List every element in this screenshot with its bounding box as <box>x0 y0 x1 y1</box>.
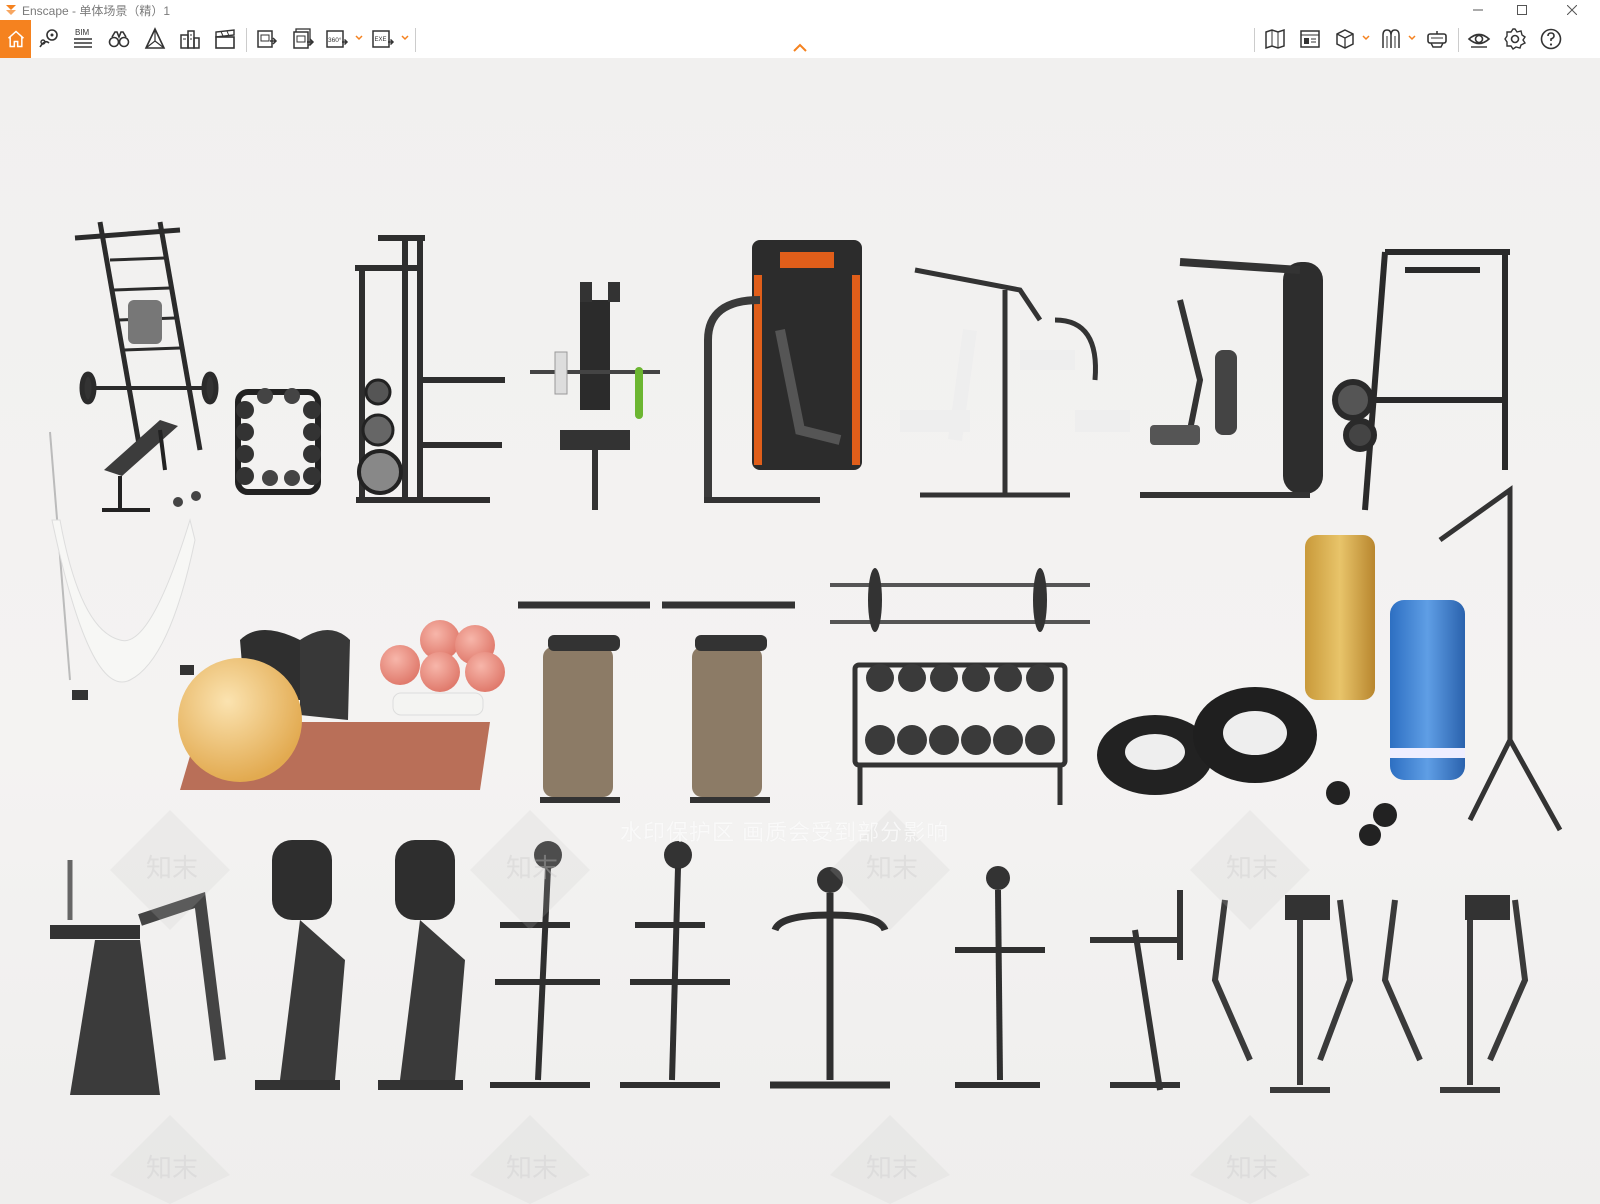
watermark-logo: 知末 <box>866 1153 919 1183</box>
power-cage <box>1332 249 1510 511</box>
panorama-label: 360° <box>328 36 342 44</box>
buildings-button[interactable] <box>175 23 205 55</box>
close-button[interactable] <box>1550 0 1594 20</box>
panorama-360-icon: 360° <box>326 30 349 48</box>
view-eye-icon <box>1467 33 1491 48</box>
location-icon <box>39 29 58 48</box>
bim-icon: BIM <box>74 28 92 48</box>
watermark-logo: 知末 <box>1226 853 1279 883</box>
render-image-icon <box>257 30 278 48</box>
punching-bags <box>1305 485 1563 832</box>
recumbent-bike-1 <box>255 840 345 1090</box>
map-button[interactable] <box>1260 23 1290 55</box>
multi-station-press <box>900 267 1130 498</box>
vr-headset-icon <box>1427 31 1447 48</box>
ab-benches <box>518 601 795 803</box>
map-icon <box>1265 28 1285 50</box>
exercise-ball <box>178 658 302 782</box>
sky-icon <box>1382 29 1400 48</box>
enscape-logo-icon <box>6 5 16 15</box>
buildings-icon <box>180 30 200 49</box>
toolbar-separator <box>1458 28 1459 52</box>
vr-button[interactable] <box>1422 23 1452 55</box>
export-exe-icon: EXE <box>372 30 395 48</box>
collapse-toolbar-chevron-up-icon[interactable] <box>792 42 808 54</box>
minimize-icon <box>1473 9 1483 11</box>
watermark-logo: 知末 <box>506 853 559 883</box>
wall-bars-rack <box>74 221 219 451</box>
panorama-button[interactable]: 360° <box>322 23 352 55</box>
kettlebell-rack <box>235 388 321 495</box>
window-title: Enscape - 单体场景（精）1 <box>22 4 171 18</box>
binoculars-icon <box>108 31 130 48</box>
video-editor-button[interactable] <box>210 23 240 55</box>
location-button[interactable] <box>34 23 64 55</box>
watermark-text: 水印保护区 画质会受到部分影响 <box>620 820 950 845</box>
walk-mode-button[interactable] <box>104 23 134 55</box>
watermark-logo: 知末 <box>506 1153 559 1183</box>
export-exe-button[interactable]: EXE <box>368 23 398 55</box>
spin-bike-2 <box>620 841 730 1088</box>
material-cube-icon <box>1336 29 1354 49</box>
render-viewport[interactable]: 水印保护区 画质会受到部分影响 知末 知末 知末 知末 知末 知末 知末 知末 <box>0 58 1600 1204</box>
render-image-button[interactable] <box>252 23 282 55</box>
elliptical-3 <box>1381 895 1529 1093</box>
minimize-button[interactable] <box>1456 0 1500 20</box>
bim-button[interactable]: BIM <box>68 23 98 55</box>
chest-press-bench <box>530 282 660 510</box>
material-chevron-down-icon[interactable] <box>1362 34 1370 42</box>
home-icon <box>7 30 24 48</box>
maximize-button[interactable] <box>1500 0 1544 20</box>
settings-gear-icon <box>1504 28 1527 50</box>
elliptical-1 <box>1090 890 1183 1091</box>
cable-machine-orange <box>704 240 862 503</box>
sky-chevron-down-icon[interactable] <box>1408 34 1416 42</box>
asset-library-button[interactable] <box>1295 23 1325 55</box>
toolbar-separator <box>1254 28 1255 52</box>
export-chevron-down-icon[interactable] <box>401 34 409 42</box>
maximize-icon <box>1517 5 1527 15</box>
toolbar-separator <box>246 28 247 52</box>
settings-button[interactable] <box>1500 23 1530 55</box>
help-button[interactable] <box>1536 23 1566 55</box>
elliptical-2 <box>1211 895 1354 1093</box>
watermark-logo: 知末 <box>1226 1153 1279 1183</box>
exe-label: EXE <box>375 37 387 43</box>
watermark-logo: 知末 <box>146 853 199 883</box>
watermark-logo: 知末 <box>146 1153 199 1183</box>
toolbar-separator <box>415 28 416 52</box>
squat-rack-with-plates <box>355 235 505 503</box>
dumbbell-and-barbell-rack <box>830 568 1090 805</box>
material-editor-button[interactable] <box>1330 23 1360 55</box>
close-icon <box>1567 5 1577 15</box>
view-settings-button[interactable] <box>1464 23 1494 55</box>
lat-pulldown-tower <box>1140 258 1323 498</box>
medicine-balls <box>380 620 505 716</box>
gym-equipment-scene <box>49 221 1563 1204</box>
title-bar: Enscape - 单体场景（精）1 <box>0 0 1600 20</box>
perspective-icon <box>144 27 166 49</box>
help-icon <box>1540 28 1562 50</box>
asset-library-icon <box>1300 30 1320 48</box>
batch-render-icon <box>293 28 315 49</box>
panorama-chevron-down-icon[interactable] <box>355 34 363 42</box>
upright-bike-2 <box>955 866 1045 1088</box>
batch-render-button[interactable] <box>288 23 318 55</box>
recumbent-bike-2 <box>378 840 465 1090</box>
flat-bench <box>102 420 201 512</box>
perspective-button[interactable] <box>140 23 170 55</box>
home-button[interactable] <box>0 20 31 58</box>
watermark-logo: 知末 <box>866 853 919 883</box>
sky-button[interactable] <box>1376 23 1406 55</box>
clapper-icon <box>215 29 235 49</box>
bim-label: BIM <box>75 28 90 37</box>
